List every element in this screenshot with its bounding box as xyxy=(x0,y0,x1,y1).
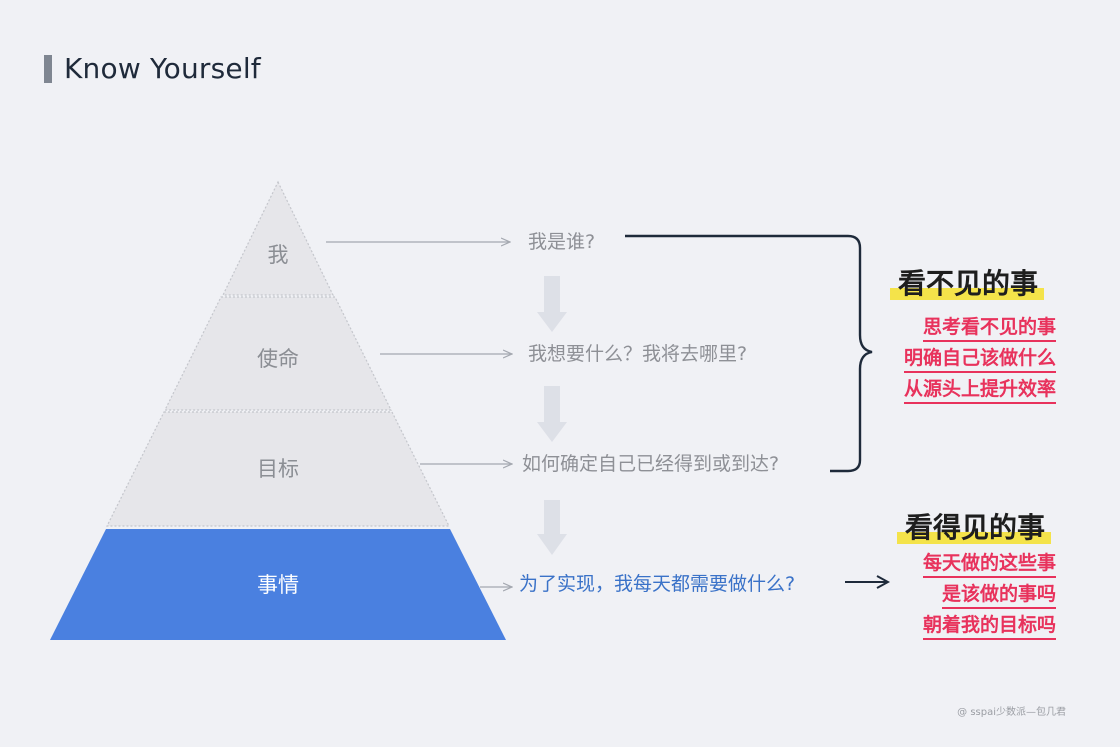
down-arrow-1 xyxy=(537,276,567,332)
level-label-mission: 使命 xyxy=(257,347,299,371)
visible-item-2: 是该做的事吗 xyxy=(941,579,1056,609)
visible-item-1: 每天做的这些事 xyxy=(922,548,1056,578)
level-label-me: 我 xyxy=(268,243,289,267)
level-label-tasks: 事情 xyxy=(257,573,299,597)
credit-watermark: @ sspai少数派—包几君 xyxy=(957,707,1066,718)
question-what-want: 我想要什么？我将去哪里? xyxy=(528,343,747,365)
heading-invisible-text: 看不见的事 xyxy=(898,267,1039,300)
level-label-goal: 目标 xyxy=(257,457,299,481)
visible-item-3: 朝着我的目标吗 xyxy=(922,610,1056,640)
invisible-item-1: 思考看不见的事 xyxy=(922,312,1056,342)
down-arrow-3 xyxy=(537,500,567,555)
heading-invisible: 看不见的事 xyxy=(890,262,1045,302)
heading-visible-text: 看得见的事 xyxy=(905,511,1046,544)
down-arrow-2 xyxy=(537,386,567,442)
question-daily-tasks: 为了实现，我每天都需要做什么? xyxy=(519,573,795,595)
invisible-item-2: 明确自己该做什么 xyxy=(903,343,1056,373)
question-how-confirm: 如何确定自己已经得到或到达? xyxy=(522,453,779,475)
question-who-am-i: 我是谁? xyxy=(528,231,595,253)
invisible-item-3: 从源头上提升效率 xyxy=(903,374,1056,404)
pyramid-tier-1 xyxy=(222,180,334,296)
heading-visible: 看得见的事 xyxy=(897,506,1052,546)
